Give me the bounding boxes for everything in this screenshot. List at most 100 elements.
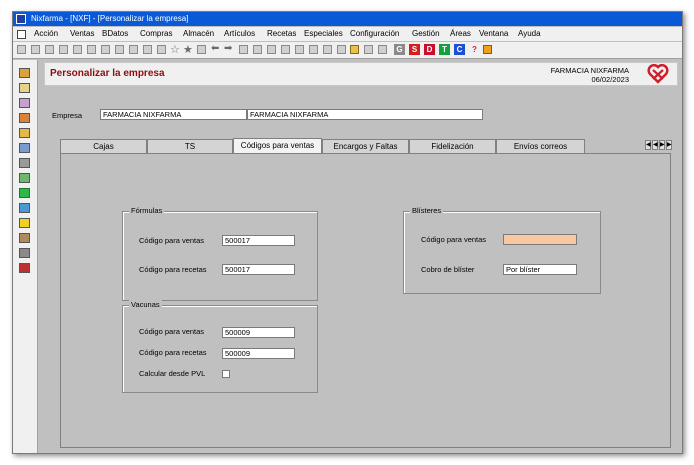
save-icon[interactable]	[73, 45, 82, 54]
vacunas-recetas-label: Código para recetas	[139, 348, 207, 357]
pen-icon[interactable]	[19, 143, 30, 153]
vacunas-title: Vacunas	[129, 300, 162, 309]
grid-icon[interactable]	[378, 45, 387, 54]
phone-icon[interactable]	[267, 45, 276, 54]
box-icon[interactable]	[19, 128, 30, 138]
empresa-label: Empresa	[52, 111, 83, 120]
pvl-checkbox[interactable]	[222, 370, 230, 378]
pvl-label: Calcular desde PVL	[139, 369, 206, 378]
company-name: FARMACIA NIXFARMA	[550, 66, 629, 75]
paste-icon[interactable]	[129, 45, 138, 54]
menu-especiales[interactable]: Especiales	[304, 27, 343, 41]
pin-icon[interactable]	[281, 45, 290, 54]
tab-next-icon[interactable]: ▶	[659, 140, 665, 150]
tab-envios-correos[interactable]: Envíos correos	[496, 139, 585, 153]
tab-fidelizacion[interactable]: Fidelización	[409, 139, 496, 153]
c-icon[interactable]: C	[454, 44, 465, 55]
menu-configuracion[interactable]: Configuración	[350, 27, 399, 41]
last-record-icon[interactable]	[239, 45, 248, 54]
plus-icon[interactable]	[19, 188, 30, 198]
first-record-icon[interactable]	[17, 45, 26, 54]
stop-icon[interactable]	[337, 45, 346, 54]
t-icon[interactable]: T	[439, 44, 450, 55]
home-icon[interactable]	[483, 45, 492, 54]
tab-ts[interactable]: TS	[147, 139, 233, 153]
d-icon[interactable]: D	[424, 44, 435, 55]
user-group-icon[interactable]	[19, 233, 30, 243]
document-icon	[17, 30, 26, 39]
star-outline-icon[interactable]: ☆	[170, 43, 180, 56]
arrow-right-icon[interactable]: ➡	[224, 43, 233, 54]
menu-ventas[interactable]: Ventas	[70, 27, 94, 41]
formulas-recetas-label: Código para recetas	[139, 265, 207, 274]
menu-gestion[interactable]: Gestión	[412, 27, 440, 41]
vacunas-ventas-field[interactable]: 500009	[222, 327, 295, 338]
menu-ventana[interactable]: Ventana	[479, 27, 508, 41]
menu-areas[interactable]: Áreas	[450, 27, 471, 41]
edit-icon[interactable]	[45, 45, 54, 54]
filter-icon[interactable]	[157, 45, 166, 54]
tab-first-icon[interactable]: ◀	[645, 140, 651, 150]
formulas-title: Fórmulas	[129, 206, 165, 215]
tab-encargos-faltas[interactable]: Encargos y Faltas	[322, 139, 409, 153]
window-title: Nixfarma - [NXF] - [Personalizar la empr…	[31, 14, 189, 23]
export-icon[interactable]	[197, 45, 206, 54]
menu-recetas[interactable]: Recetas	[267, 27, 296, 41]
menu-accion[interactable]: Acción	[34, 27, 58, 41]
menu-articulos[interactable]: Artículos	[224, 27, 255, 41]
page-title: Personalizar la empresa	[50, 68, 165, 79]
card-icon[interactable]	[19, 83, 30, 93]
tab-codigos-ventas[interactable]: Códigos para ventas	[233, 138, 322, 153]
star-icon[interactable]: ★	[183, 43, 193, 56]
s-icon[interactable]: S	[409, 44, 420, 55]
car-icon[interactable]	[253, 45, 262, 54]
vacunas-recetas-field[interactable]: 500009	[222, 348, 295, 359]
new-document-icon[interactable]	[31, 45, 40, 54]
list-icon[interactable]	[19, 173, 30, 183]
report-icon[interactable]	[350, 45, 359, 54]
formulas-recetas-field[interactable]: 500017	[222, 264, 295, 275]
barcode-icon[interactable]	[19, 263, 30, 273]
delete-icon[interactable]	[87, 45, 96, 54]
menu-ayuda[interactable]: Ayuda	[518, 27, 541, 41]
menu-bdatos[interactable]: BDatos	[102, 27, 128, 41]
app-window: Nixfarma - [NXF] - [Personalizar la empr…	[12, 11, 683, 454]
cart-icon[interactable]	[364, 45, 373, 54]
refresh-icon[interactable]	[19, 203, 30, 213]
cut-icon[interactable]	[115, 45, 124, 54]
help-icon[interactable]: ?	[469, 44, 480, 55]
person-icon[interactable]	[19, 98, 30, 108]
blisteres-ventas-label: Código para ventas	[421, 235, 487, 244]
arrow-left-icon[interactable]: ⬅	[211, 43, 220, 54]
header-date: 06/02/2023	[591, 75, 629, 84]
blisteres-title: Blísteres	[410, 206, 444, 215]
vacunas-ventas-label: Código para ventas	[139, 327, 205, 336]
left-toolbar	[13, 60, 38, 453]
cobro-blister-field[interactable]: Por blíster	[503, 264, 577, 275]
blisteres-ventas-field[interactable]	[503, 234, 577, 245]
cart-icon[interactable]	[19, 113, 30, 123]
menu-compras[interactable]: Compras	[140, 27, 172, 41]
empresa-name-field[interactable]: FARMACIA NIXFARMA	[247, 109, 483, 120]
search-icon[interactable]	[143, 45, 152, 54]
key-icon[interactable]	[323, 45, 332, 54]
warning-icon[interactable]	[19, 218, 30, 228]
formulas-ventas-label: Código para ventas	[139, 236, 205, 245]
tab-last-icon[interactable]: ▶	[666, 140, 672, 150]
form-header: Personalizar la empresa FARMACIA NIXFARM…	[44, 62, 678, 86]
copy-icon[interactable]	[101, 45, 110, 54]
empresa-code-field[interactable]: FARMACIA NIXFARMA	[100, 109, 247, 120]
people-icon[interactable]	[19, 158, 30, 168]
cobro-blister-label: Cobro de blíster	[421, 265, 475, 274]
folder-icon[interactable]	[19, 68, 30, 78]
g-icon[interactable]: G	[394, 44, 405, 55]
users-icon[interactable]	[19, 248, 30, 258]
tab-cajas[interactable]: Cajas	[60, 139, 147, 153]
folder-icon[interactable]	[295, 45, 304, 54]
print-icon[interactable]	[59, 45, 68, 54]
network-icon[interactable]	[309, 45, 318, 54]
app-icon	[16, 14, 26, 24]
formulas-ventas-field[interactable]: 500017	[222, 235, 295, 246]
tab-prev-icon[interactable]: ◀	[652, 140, 658, 150]
menu-almacen[interactable]: Almacén	[183, 27, 214, 41]
